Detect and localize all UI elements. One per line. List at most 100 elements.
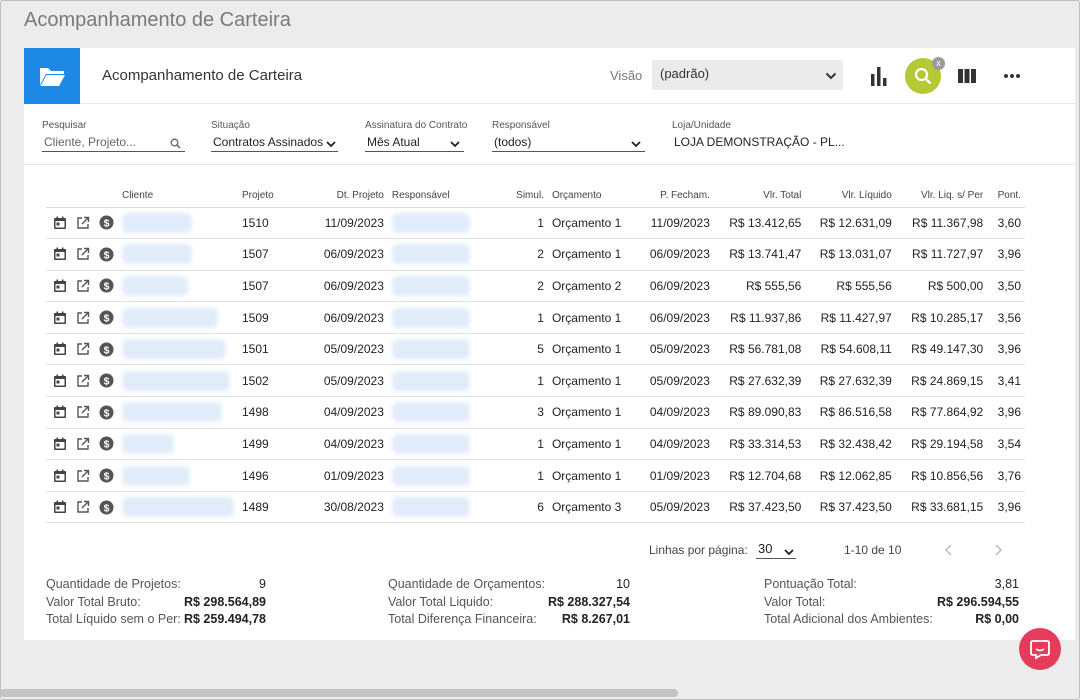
external-link-icon[interactable] xyxy=(75,499,91,515)
calendar-icon[interactable] xyxy=(52,499,68,515)
cell-vlr-liq-sper: R$ 29.194,58 xyxy=(895,428,988,461)
calendar-icon[interactable] xyxy=(52,246,68,262)
chevron-right-icon[interactable] xyxy=(993,544,1003,559)
cell-orcamento-link[interactable]: Orçamento 1 xyxy=(547,207,630,240)
cell-projeto-link[interactable]: 1502 xyxy=(238,364,290,398)
table-row[interactable]: $1510 11/09/2023 1 Orçamento 1 11/09/2023 R$ … xyxy=(46,207,1025,240)
dollar-icon[interactable]: $ xyxy=(98,499,114,515)
table-row[interactable]: $1501 05/09/2023 5 Orçamento 1 05/09/2023 R$ … xyxy=(46,333,1025,366)
cell-p-fecham-link[interactable]: 06/09/2023 xyxy=(629,238,714,271)
calendar-icon[interactable] xyxy=(52,215,68,231)
visao-select[interactable]: (padrão) xyxy=(652,60,843,90)
cell-p-fecham-link[interactable]: 05/09/2023 xyxy=(629,333,714,366)
cell-projeto-link[interactable]: 1509 xyxy=(238,301,290,334)
col-simul[interactable]: Simul. xyxy=(482,185,548,208)
calendar-icon[interactable] xyxy=(52,404,68,420)
cell-orcamento-link[interactable]: Orçamento 1 xyxy=(547,459,630,492)
calendar-icon[interactable] xyxy=(52,341,68,357)
dollar-icon[interactable]: $ xyxy=(98,468,114,484)
table-row[interactable]: $1489 30/08/2023 6 Orçamento 3 05/09/2023 R$ … xyxy=(46,491,1025,524)
table-row[interactable]: $1502 05/09/2023 1 Orçamento 1 05/09/2023 R$ … xyxy=(46,364,1025,398)
table-row[interactable]: $1509 06/09/2023 1 Orçamento 1 06/09/2023 R$ … xyxy=(46,301,1025,334)
calendar-icon[interactable] xyxy=(52,278,68,294)
col-vlr-total[interactable]: Vlr. Total xyxy=(713,185,806,208)
calendar-icon[interactable] xyxy=(52,436,68,452)
chevron-left-icon[interactable] xyxy=(944,544,954,559)
dollar-icon[interactable]: $ xyxy=(98,341,114,357)
col-responsavel[interactable]: Responsável xyxy=(387,185,483,208)
search-input[interactable]: Cliente, Projeto... xyxy=(42,135,185,152)
cell-orcamento-link[interactable]: Orçamento 2 xyxy=(547,270,630,303)
col-projeto[interactable]: Projeto xyxy=(238,185,290,208)
horizontal-scrollbar[interactable] xyxy=(0,689,678,697)
clear-search-badge[interactable]: x xyxy=(932,57,945,70)
cell-vlr-liquido: R$ 12.631,09 xyxy=(805,207,896,240)
col-vlr-liquido[interactable]: Vlr. Líquido xyxy=(805,185,896,208)
external-link-icon[interactable] xyxy=(75,215,91,231)
cell-p-fecham-link[interactable]: 04/09/2023 xyxy=(629,396,714,429)
col-orcamento[interactable]: Orçamento xyxy=(547,185,630,208)
bar-chart-icon[interactable] xyxy=(863,60,895,92)
svg-text:$: $ xyxy=(103,439,109,451)
calendar-icon[interactable] xyxy=(52,310,68,326)
col-vlr-liq-sper[interactable]: Vlr. Liq. s/ Per xyxy=(895,185,988,208)
cell-p-fecham-link[interactable]: 01/09/2023 xyxy=(629,459,714,492)
dollar-icon[interactable]: $ xyxy=(98,215,114,231)
table-row[interactable]: $1507 06/09/2023 2 Orçamento 2 06/09/2023 R$ … xyxy=(46,270,1025,303)
cell-projeto-link[interactable]: 1510 xyxy=(238,207,290,240)
assinatura-select[interactable]: Mês Atual xyxy=(365,135,464,152)
dollar-icon[interactable]: $ xyxy=(98,404,114,420)
dollar-icon[interactable]: $ xyxy=(98,310,114,326)
more-icon[interactable] xyxy=(996,60,1028,92)
col-dt-projeto[interactable]: Dt. Projeto xyxy=(289,185,388,208)
cell-orcamento-link[interactable]: Orçamento 1 xyxy=(547,238,630,271)
cell-p-fecham-link[interactable]: 05/09/2023 xyxy=(629,364,714,398)
cell-p-fecham-link[interactable]: 06/09/2023 xyxy=(629,270,714,303)
external-link-icon[interactable] xyxy=(75,246,91,262)
cell-projeto-link[interactable]: 1507 xyxy=(238,270,290,303)
table-row[interactable]: $1499 04/09/2023 1 Orçamento 1 04/09/2023 R$ … xyxy=(46,428,1025,461)
table-row[interactable]: $1498 04/09/2023 3 Orçamento 1 04/09/2023 R$ … xyxy=(46,396,1025,429)
cell-projeto-link[interactable]: 1498 xyxy=(238,396,290,429)
cell-p-fecham-link[interactable]: 05/09/2023 xyxy=(629,491,714,524)
chat-icon[interactable] xyxy=(1019,628,1061,670)
col-p-fecham[interactable]: P. Fecham. xyxy=(629,185,714,208)
external-link-icon[interactable] xyxy=(75,404,91,420)
dollar-icon[interactable]: $ xyxy=(98,246,114,262)
cell-projeto-link[interactable]: 1499 xyxy=(238,428,290,461)
cell-projeto-link[interactable]: 1496 xyxy=(238,459,290,492)
cell-orcamento-link[interactable]: Orçamento 1 xyxy=(547,333,630,366)
cell-orcamento-link[interactable]: Orçamento 1 xyxy=(547,396,630,429)
cell-pont: 3,76 xyxy=(987,459,1025,492)
external-link-icon[interactable] xyxy=(75,341,91,357)
external-link-icon[interactable] xyxy=(75,373,91,389)
cell-orcamento-link[interactable]: Orçamento 1 xyxy=(547,428,630,461)
calendar-icon[interactable] xyxy=(52,373,68,389)
external-link-icon[interactable] xyxy=(75,436,91,452)
situacao-select[interactable]: Contratos Assinados xyxy=(211,135,338,152)
responsavel-select[interactable]: (todos) xyxy=(492,135,645,152)
external-link-icon[interactable] xyxy=(75,310,91,326)
calendar-icon[interactable] xyxy=(52,468,68,484)
dollar-icon[interactable]: $ xyxy=(98,373,114,389)
cell-orcamento-link[interactable]: Orçamento 1 xyxy=(547,364,630,398)
columns-icon[interactable] xyxy=(951,60,983,92)
cell-p-fecham-link[interactable]: 06/09/2023 xyxy=(629,301,714,334)
cell-p-fecham-link[interactable]: 11/09/2023 xyxy=(629,207,714,240)
dollar-icon[interactable]: $ xyxy=(98,436,114,452)
col-cliente[interactable]: Cliente xyxy=(118,185,238,208)
loja-select[interactable]: LOJA DEMONSTRAÇÃO - PL... xyxy=(672,135,845,152)
table-row[interactable]: $1507 06/09/2023 2 Orçamento 1 06/09/2023 R$ … xyxy=(46,238,1025,271)
external-link-icon[interactable] xyxy=(75,468,91,484)
cell-projeto-link[interactable]: 1501 xyxy=(238,333,290,366)
cell-projeto-link[interactable]: 1507 xyxy=(238,238,290,271)
cell-projeto-link[interactable]: 1489 xyxy=(238,491,290,524)
table-row[interactable]: $1496 01/09/2023 1 Orçamento 1 01/09/2023 R$ … xyxy=(46,459,1025,492)
rows-per-page-select[interactable]: 30 xyxy=(756,541,796,559)
cell-orcamento-link[interactable]: Orçamento 3 xyxy=(547,491,630,524)
cell-orcamento-link[interactable]: Orçamento 1 xyxy=(547,301,630,334)
dollar-icon[interactable]: $ xyxy=(98,278,114,294)
col-pont[interactable]: Pont. xyxy=(987,185,1025,208)
cell-p-fecham-link[interactable]: 04/09/2023 xyxy=(629,428,714,461)
external-link-icon[interactable] xyxy=(75,278,91,294)
